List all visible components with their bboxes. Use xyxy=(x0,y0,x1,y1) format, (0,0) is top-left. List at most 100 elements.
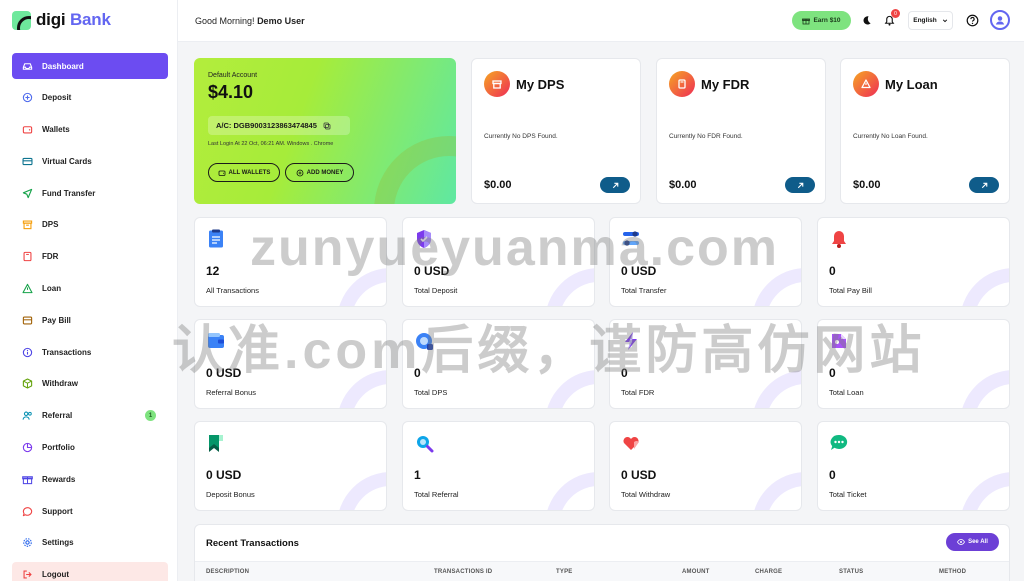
wallet-icon xyxy=(22,124,33,135)
account-number: A/C: DGB9003123863474845 xyxy=(208,116,350,135)
stat-label: Total Deposit xyxy=(414,286,458,295)
arrow-up-right-icon xyxy=(612,182,618,188)
archive-icon xyxy=(484,71,510,97)
avatar[interactable] xyxy=(990,10,1010,30)
help-button[interactable] xyxy=(965,13,979,27)
sidebar-item-label: DPS xyxy=(42,220,59,230)
sidebar-item-label: FDR xyxy=(42,252,59,262)
open-my-loan-button[interactable] xyxy=(969,177,999,193)
sidebar-item-label: Rewards xyxy=(42,474,76,484)
gift-icon xyxy=(22,474,33,485)
card-message: Currently No FDR Found. xyxy=(669,133,743,140)
stat-label: Total Referral xyxy=(414,490,459,499)
book-icon xyxy=(22,251,33,262)
sidebar-item-transactions[interactable]: Transactions xyxy=(12,339,168,365)
box-icon xyxy=(22,378,33,389)
chat-icon xyxy=(22,506,33,517)
notification-button[interactable]: 0 xyxy=(882,9,900,27)
dark-mode-toggle[interactable] xyxy=(859,13,873,27)
brand-name: digi Bank xyxy=(36,10,111,29)
alert-triangle-icon xyxy=(853,71,879,97)
archive-icon xyxy=(22,219,33,230)
sidebar-item-label: Loan xyxy=(42,284,62,294)
earn-button[interactable]: Earn $10 xyxy=(792,11,851,30)
see-all-button[interactable]: See All xyxy=(946,533,999,551)
clipboard-icon xyxy=(209,229,223,248)
sidebar-item-dps[interactable]: DPS xyxy=(12,212,168,238)
sidebar-item-fdr[interactable]: FDR xyxy=(12,244,168,270)
gift-icon xyxy=(802,18,811,24)
see-all-label: See All xyxy=(968,539,988,545)
stat-label: Total Ticket xyxy=(829,490,867,499)
stat-label: Referral Bonus xyxy=(206,388,257,397)
open-my-fdr-button[interactable] xyxy=(785,177,815,193)
stat-label: All Transactions xyxy=(206,286,259,295)
sidebar-item-portfolio[interactable]: Portfolio xyxy=(12,435,168,461)
sidebar-item-fund-transfer[interactable]: Fund Transfer xyxy=(12,180,168,206)
sidebar-item-pay-bill[interactable]: Pay Bill xyxy=(12,307,168,333)
sidebar-item-logout[interactable]: Logout xyxy=(12,561,168,581)
sidebar-item-referral[interactable]: Referral 1 xyxy=(12,403,168,429)
stat-value: 0 xyxy=(829,468,836,482)
sidebar-item-virtual-cards[interactable]: Virtual Cards xyxy=(12,148,168,174)
copy-icon[interactable] xyxy=(323,122,331,130)
book-icon xyxy=(669,71,695,97)
chart-icon xyxy=(22,442,33,453)
account-number-text: A/C: DGB9003123863474845 xyxy=(216,121,317,130)
language-select[interactable]: English xyxy=(908,11,953,30)
add-money-label: ADD MONEY xyxy=(306,169,344,176)
search-icon xyxy=(417,436,434,453)
info-circle-icon xyxy=(22,347,33,358)
stat-label: Total FDR xyxy=(621,388,655,397)
sidebar-item-withdraw[interactable]: Withdraw xyxy=(12,371,168,397)
sidebar-item-label: Dashboard xyxy=(42,61,84,71)
my-loan-card: My Loan Currently No Loan Found. $0.00 xyxy=(840,58,1010,204)
dashboard-icon xyxy=(22,61,33,72)
card-title: My FDR xyxy=(701,77,750,92)
stat-value: 0 USD xyxy=(206,468,242,482)
sidebar-item-label: Pay Bill xyxy=(42,315,71,325)
sidebar-item-support[interactable]: Support xyxy=(12,498,168,524)
sidebar-item-label: Support xyxy=(42,506,73,516)
language-label: English xyxy=(913,17,937,24)
all-wallets-button[interactable]: ALL WALLETS xyxy=(208,163,280,182)
sidebar-item-label: Wallets xyxy=(42,125,70,135)
sidebar-item-label: Logout xyxy=(42,570,70,580)
my-dps-card: My DPS Currently No DPS Found. $0.00 xyxy=(471,58,641,204)
sidebar-item-rewards[interactable]: Rewards xyxy=(12,466,168,492)
logout-icon xyxy=(22,569,33,580)
moon-icon xyxy=(863,15,871,25)
earn-label: Earn $10 xyxy=(813,17,841,24)
greeting-text: Good Morning! Demo User xyxy=(195,16,305,26)
stat-card-deposit-bonus[interactable]: 0 USD Deposit Bonus xyxy=(194,421,387,511)
heart-icon xyxy=(623,436,639,450)
open-my-dps-button[interactable] xyxy=(600,177,630,193)
sidebar-item-label: Fund Transfer xyxy=(42,188,96,198)
credit-card-icon xyxy=(22,156,33,167)
add-money-button[interactable]: ADD MONEY xyxy=(285,163,354,182)
stat-card-total-referral[interactable]: 1 Total Referral xyxy=(402,421,595,511)
sidebar-item-wallets[interactable]: Wallets xyxy=(12,117,168,143)
stat-card-total-pay-bill[interactable]: 0 Total Pay Bill xyxy=(817,217,1010,307)
logo-icon xyxy=(12,10,31,30)
sidebar-item-deposit[interactable]: Deposit xyxy=(12,85,168,111)
brand-logo[interactable]: digi Bank xyxy=(12,10,111,30)
stat-card-total-withdraw[interactable]: 0 USD Total Withdraw xyxy=(609,421,802,511)
sidebar-item-dashboard[interactable]: Dashboard xyxy=(12,53,168,79)
card-amount: $0.00 xyxy=(669,179,697,191)
column-header-transactions-id: TRANSACTIONS ID xyxy=(434,569,493,575)
plus-circle-icon xyxy=(22,92,33,103)
stat-label: Total Pay Bill xyxy=(829,286,872,295)
sidebar-item-label: Referral xyxy=(42,411,73,421)
stat-card-total-ticket[interactable]: 0 Total Ticket xyxy=(817,421,1010,511)
watermark-text: 认准.com后缀，谨防高仿网站 xyxy=(172,322,926,380)
eye-icon xyxy=(957,539,966,545)
sidebar-item-loan[interactable]: Loan xyxy=(12,276,168,302)
bell-icon xyxy=(832,231,846,248)
sidebar-item-settings[interactable]: Settings xyxy=(12,530,168,556)
sidebar-item-label: Portfolio xyxy=(42,443,75,453)
alert-triangle-icon xyxy=(22,283,33,294)
chat-icon xyxy=(830,434,848,450)
stat-value: 12 xyxy=(206,264,220,278)
recent-transactions-panel: Recent Transactions See All DESCRIPTION T… xyxy=(194,524,1010,581)
